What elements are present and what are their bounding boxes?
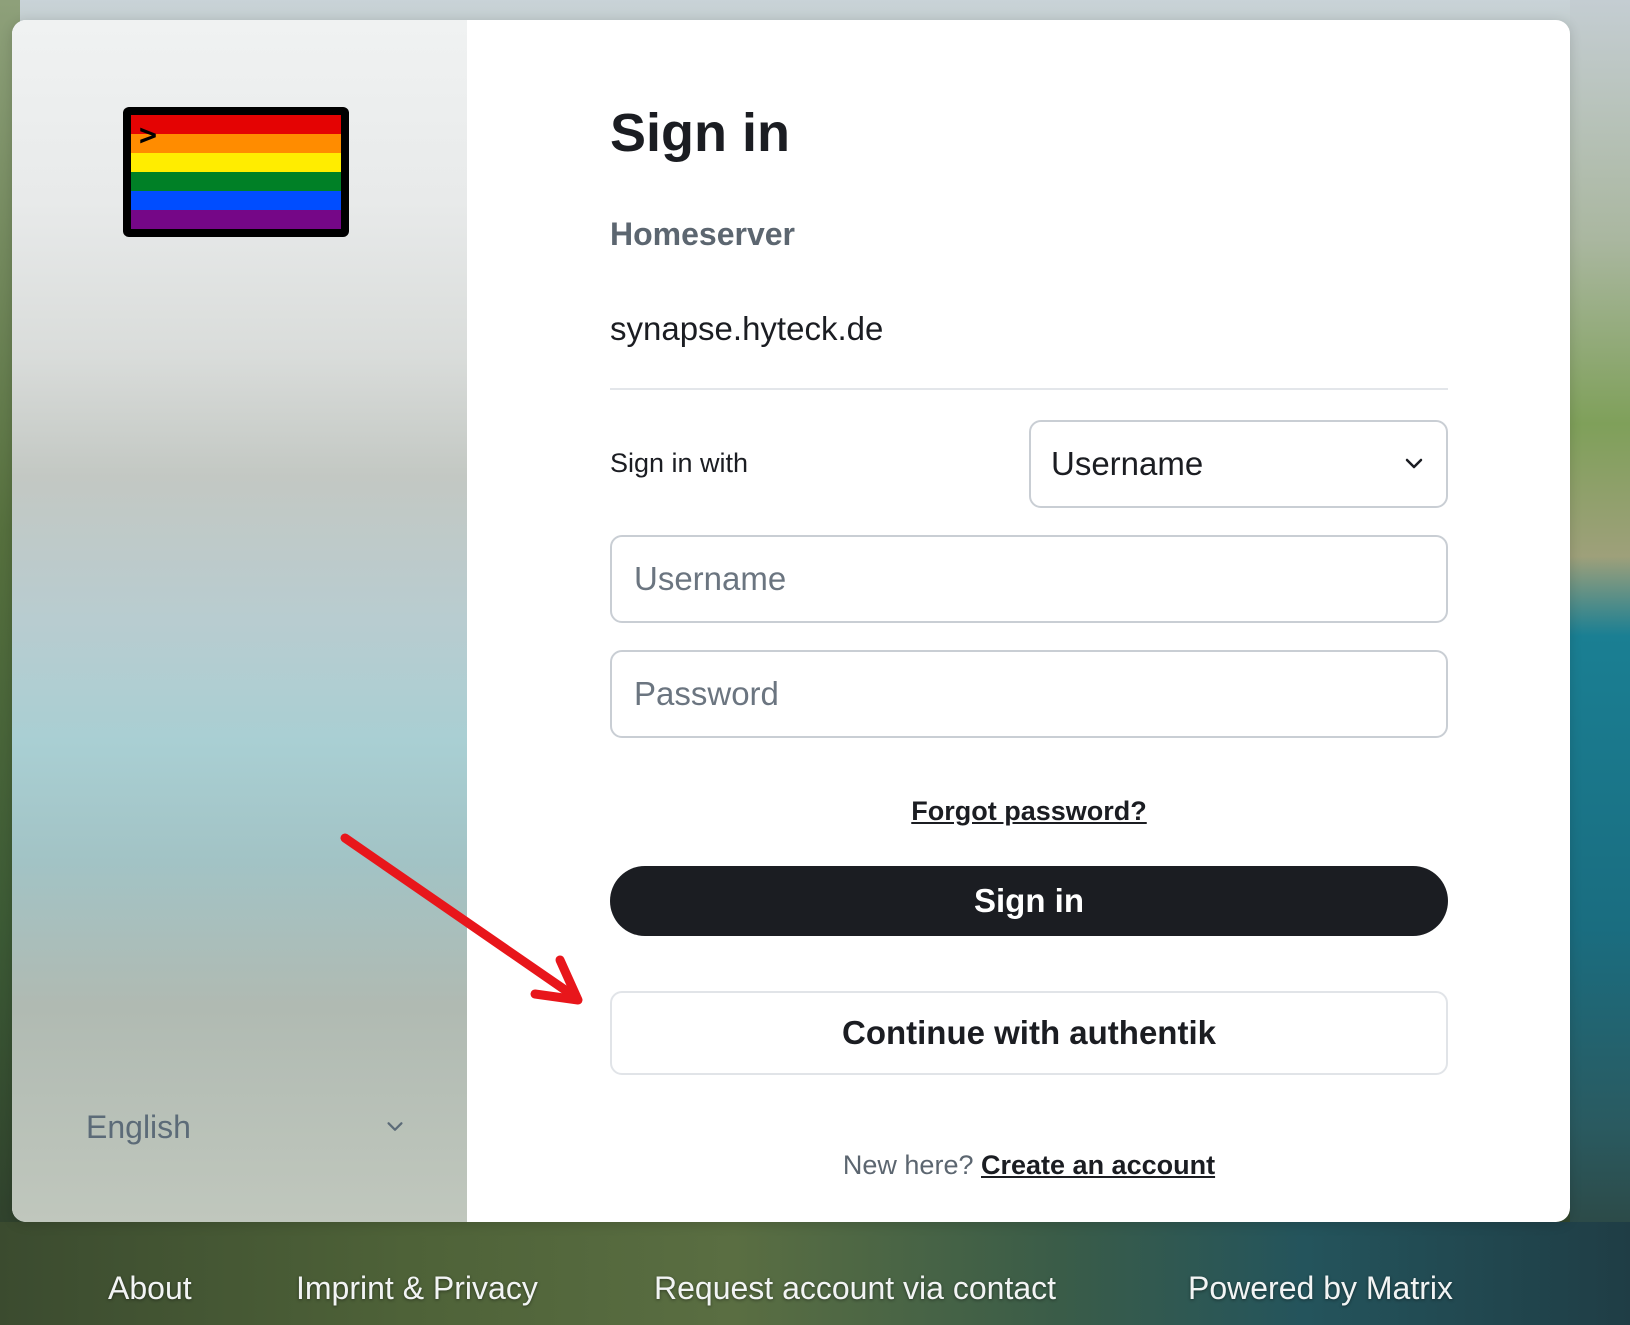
chevron-down-icon <box>1405 458 1423 469</box>
footer-link-powered-by-matrix[interactable]: Powered by Matrix <box>1188 1270 1453 1307</box>
flag-stripe-orange <box>131 134 341 153</box>
footer-link-imprint-privacy[interactable]: Imprint & Privacy <box>296 1270 538 1307</box>
flag-stripe-blue <box>131 191 341 210</box>
create-account-link[interactable]: Create an account <box>981 1150 1215 1180</box>
continue-with-authentik-button[interactable]: Continue with authentik <box>610 991 1448 1075</box>
homeserver-logo: > <box>123 107 349 237</box>
auth-card: > English Sign in Homeserver synapse.hyt… <box>12 20 1570 1222</box>
footer-links: About Imprint & Privacy Request account … <box>0 1270 1630 1320</box>
new-here-label: New here? <box>842 1150 974 1180</box>
homeserver-value: synapse.hyteck.de <box>610 310 884 347</box>
sign-in-method-value: Username <box>1051 445 1204 482</box>
password-input[interactable] <box>610 650 1448 738</box>
language-dropdown[interactable]: English <box>86 1105 406 1149</box>
sign-in-button[interactable]: Sign in <box>610 866 1448 936</box>
new-here-text: New here? Create an account <box>610 1150 1448 1181</box>
sign-in-method-select[interactable]: Username <box>1029 420 1448 508</box>
flag-stripe-yellow <box>131 153 341 172</box>
forgot-password-link[interactable]: Forgot password? <box>610 796 1448 827</box>
background-right <box>1570 0 1630 1325</box>
language-label: English <box>86 1108 191 1145</box>
sign-in-with-label: Sign in with <box>610 448 749 478</box>
flag-stripe-red <box>131 115 341 134</box>
flag-stripe-green <box>131 172 341 191</box>
terminal-prompt-icon: > <box>139 118 158 153</box>
auth-side-panel: > English <box>12 20 467 1222</box>
page-title: Sign in <box>610 103 790 163</box>
footer-link-about[interactable]: About <box>108 1270 192 1307</box>
rainbow-flag-icon: > <box>131 115 341 229</box>
sign-in-form: Sign in Homeserver synapse.hyteck.de Sig… <box>467 20 1570 1222</box>
chevron-down-icon <box>387 1122 403 1131</box>
homeserver-label: Homeserver <box>610 216 795 252</box>
username-input[interactable] <box>610 535 1448 623</box>
divider <box>610 388 1448 390</box>
flag-stripe-purple <box>131 210 341 229</box>
footer-link-request-account[interactable]: Request account via contact <box>654 1270 1056 1307</box>
